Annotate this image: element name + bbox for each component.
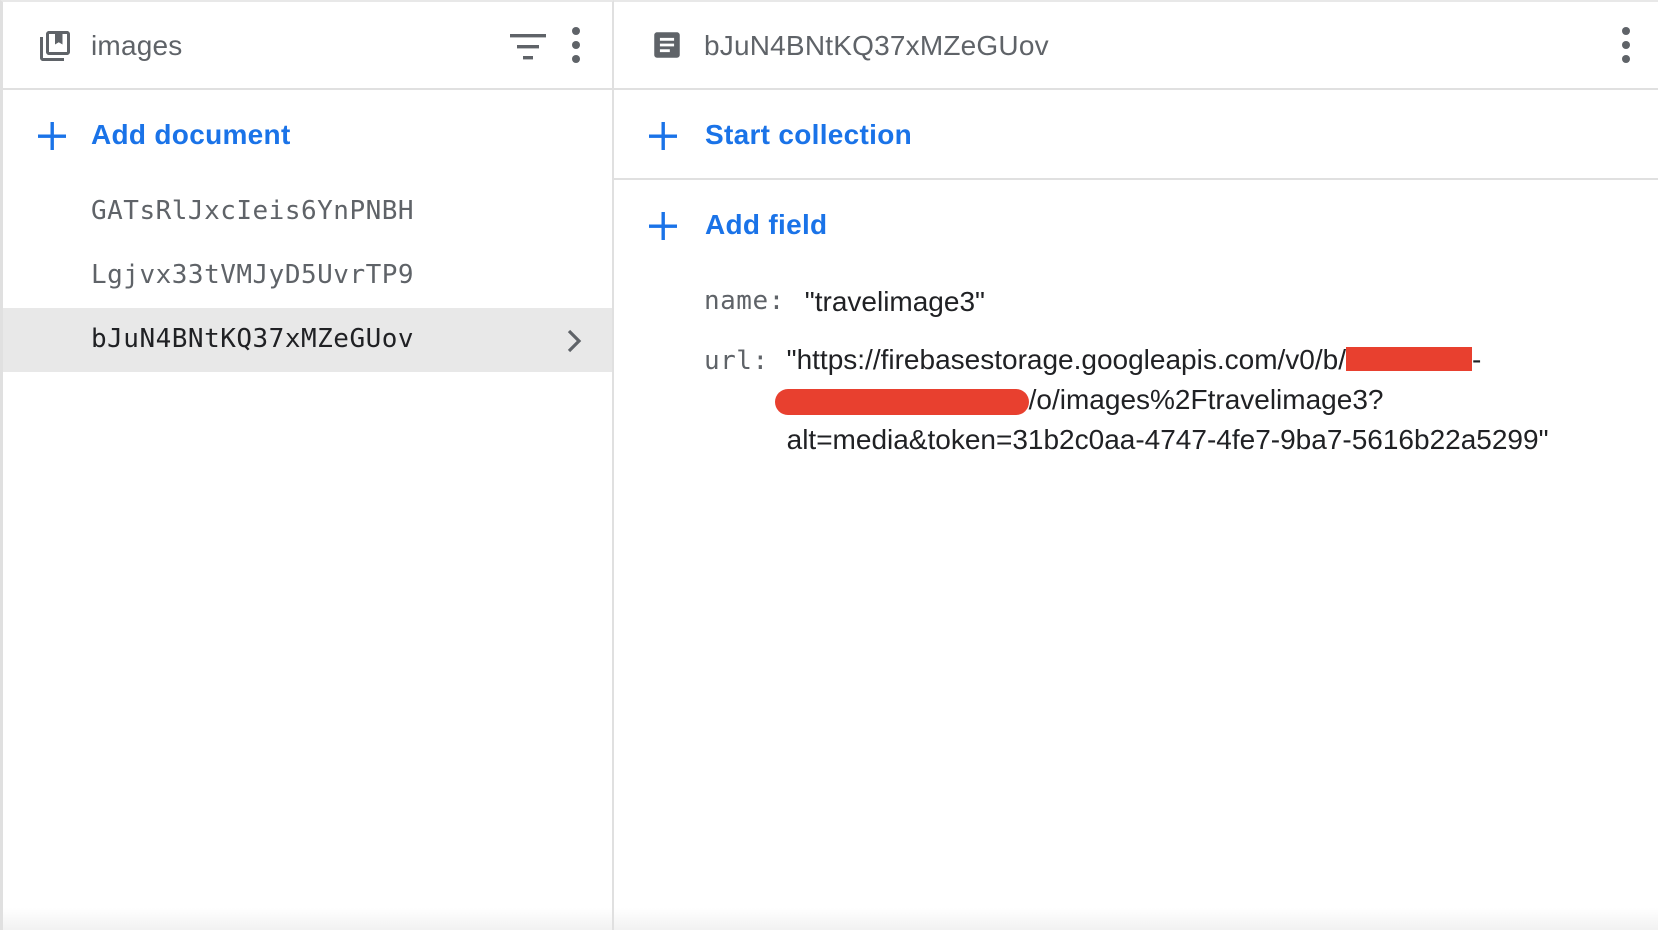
url-text-part: "https://firebasestorage.googleapis.com/… — [786, 344, 1346, 375]
redaction-mark — [1346, 346, 1472, 371]
start-collection-button[interactable]: Start collection — [614, 90, 1658, 180]
plus-icon — [36, 120, 68, 152]
document-header: bJuN4BNtKQ37xMZeGUov — [614, 2, 1658, 90]
url-text-part: alt=media&token=31b2c0aa-4747-4fe7-9ba7-… — [786, 424, 1549, 455]
plus-icon — [647, 120, 679, 152]
add-field-label: Add field — [705, 209, 828, 240]
document-id: Lgjvx33tVMJyD5UvrTP9 — [91, 260, 415, 290]
document-id: GATsRlJxcIeis6YnPNBH — [91, 196, 415, 226]
plus-icon — [647, 210, 679, 242]
panel-bottom-shade — [614, 908, 1658, 930]
document-list-item[interactable]: GATsRlJxcIeis6YnPNBH — [3, 180, 612, 244]
collection-more-button[interactable] — [566, 24, 586, 66]
more-vert-icon — [572, 27, 580, 63]
start-collection-label: Start collection — [705, 119, 913, 150]
document-list: GATsRlJxcIeis6YnPNBH Lgjvx33tVMJyD5UvrTP… — [3, 180, 612, 372]
field-value: "https://firebasestorage.googleapis.com/… — [774, 340, 1567, 460]
document-list-item-selected[interactable]: bJuN4BNtKQ37xMZeGUov — [3, 308, 612, 372]
field-value: "travelimage3" — [804, 286, 985, 317]
collection-panel: images Add document GATsRlJxcIeis6YnPNBH… — [0, 0, 614, 930]
document-more-button[interactable] — [1616, 24, 1636, 66]
add-document-label: Add document — [91, 119, 291, 150]
collection-title: images — [91, 30, 183, 61]
document-title: bJuN4BNtKQ37xMZeGUov — [704, 30, 1049, 61]
field-key: name: — [704, 286, 785, 316]
redaction-mark — [774, 388, 1029, 415]
filter-icon — [510, 34, 546, 60]
document-id: bJuN4BNtKQ37xMZeGUov — [91, 324, 415, 354]
add-document-button[interactable]: Add document — [3, 90, 612, 180]
collection-icon — [37, 28, 73, 69]
firestore-data-viewer: images Add document GATsRlJxcIeis6YnPNBH… — [0, 0, 1658, 930]
url-text-part: /o/images%2Ftravelimage3? — [1028, 384, 1384, 415]
url-text-part: - — [1472, 344, 1482, 375]
document-panel: bJuN4BNtKQ37xMZeGUov Start collection Ad… — [614, 0, 1658, 930]
document-list-item[interactable]: Lgjvx33tVMJyD5UvrTP9 — [3, 244, 612, 308]
field-key: url: — [704, 346, 769, 376]
document-icon — [650, 28, 684, 67]
more-vert-icon — [1622, 27, 1630, 63]
collection-header: images — [3, 2, 612, 90]
filter-button[interactable] — [508, 30, 548, 64]
field-row-name[interactable]: name: "travelimage3" — [704, 286, 985, 318]
chevron-right-icon — [565, 328, 585, 359]
add-field-button[interactable]: Add field — [614, 180, 1658, 270]
panel-bottom-shade — [3, 908, 612, 930]
field-row-url[interactable]: url: "https://firebasestorage.googleapis.… — [704, 344, 1604, 460]
